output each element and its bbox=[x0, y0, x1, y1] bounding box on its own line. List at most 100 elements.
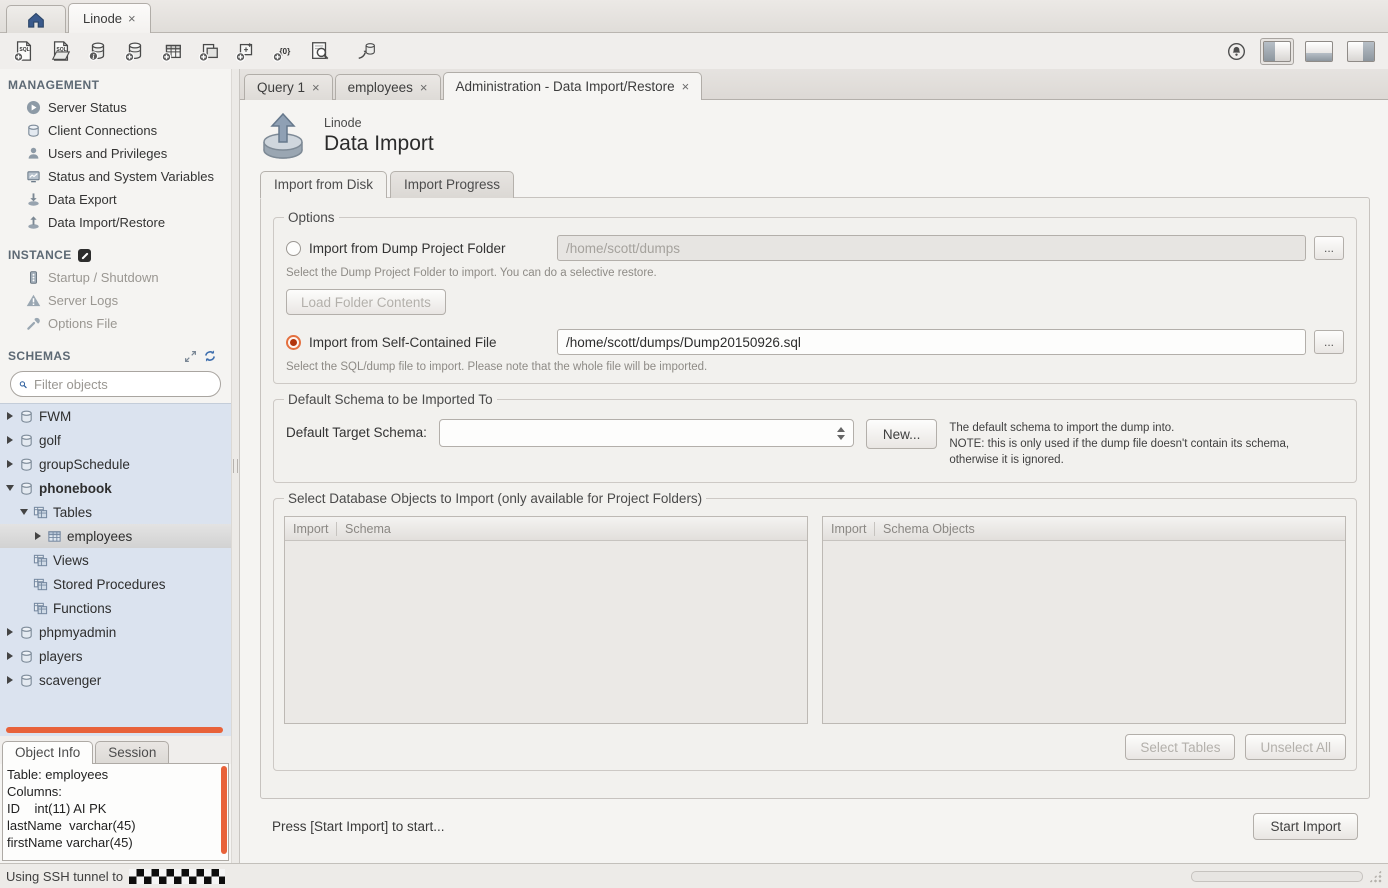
tree-item-golf[interactable]: golf bbox=[0, 428, 231, 452]
sidebar-item-client-connections[interactable]: Client Connections bbox=[0, 119, 231, 142]
tab-query-1[interactable]: Query 1 × bbox=[244, 74, 333, 100]
radio-import-folder[interactable] bbox=[286, 241, 301, 256]
create-schema-button[interactable] bbox=[119, 36, 151, 66]
sidebar-item-server-status[interactable]: Server Status bbox=[0, 96, 231, 119]
column-header-schema-objects[interactable]: Schema Objects bbox=[875, 522, 1345, 536]
toggle-left-panel-button[interactable] bbox=[1260, 38, 1294, 65]
refresh-schemas-icon[interactable] bbox=[203, 349, 217, 363]
tab-session[interactable]: Session bbox=[95, 741, 169, 764]
column-header-import[interactable]: Import bbox=[285, 522, 337, 536]
radio-import-file-label[interactable]: Import from Self-Contained File bbox=[309, 335, 549, 350]
connection-tab-linode[interactable]: Linode × bbox=[68, 3, 151, 33]
dump-folder-input[interactable] bbox=[557, 235, 1306, 261]
connect-database-button[interactable] bbox=[351, 36, 383, 66]
create-view-button[interactable] bbox=[193, 36, 225, 66]
new-sql-tab-button[interactable]: SQL bbox=[8, 36, 40, 66]
target-schema-combobox[interactable] bbox=[439, 419, 854, 447]
schema-objects-table[interactable]: Import Schema Objects bbox=[822, 516, 1346, 724]
schema-select-table[interactable]: Import Schema bbox=[284, 516, 808, 724]
schemas-header: SCHEMAS bbox=[0, 335, 231, 367]
column-header-schema[interactable]: Schema bbox=[337, 522, 807, 536]
chevron-right-icon[interactable] bbox=[35, 532, 41, 540]
tab-import-from-disk[interactable]: Import from Disk bbox=[260, 171, 387, 198]
chevron-down-icon[interactable] bbox=[20, 509, 28, 515]
start-import-button[interactable]: Start Import bbox=[1253, 813, 1358, 840]
radio-import-folder-label[interactable]: Import from Dump Project Folder bbox=[309, 241, 549, 256]
home-tab[interactable] bbox=[6, 5, 66, 33]
tab-employees[interactable]: employees × bbox=[335, 74, 441, 100]
chevron-right-icon[interactable] bbox=[7, 412, 13, 420]
chevron-right-icon[interactable] bbox=[7, 460, 13, 468]
tab-object-info[interactable]: Object Info bbox=[2, 741, 93, 764]
combobox-spinner-icon[interactable] bbox=[837, 427, 845, 440]
chevron-down-icon[interactable] bbox=[6, 485, 14, 491]
instance-config-icon[interactable] bbox=[78, 249, 91, 262]
window-resize-grip[interactable] bbox=[1369, 870, 1382, 883]
client-connections-icon bbox=[26, 123, 41, 138]
tree-item-groupschedule[interactable]: groupSchedule bbox=[0, 452, 231, 476]
tab-administration-data-import[interactable]: Administration - Data Import/Restore × bbox=[443, 72, 703, 100]
table-inspector-button[interactable] bbox=[304, 36, 336, 66]
tree-horizontal-scrollbar[interactable] bbox=[6, 727, 223, 733]
info-panel-tabs: Object Info Session bbox=[0, 736, 231, 764]
chevron-right-icon[interactable] bbox=[7, 436, 13, 444]
sidebar-item-system-variables[interactable]: Status and System Variables bbox=[0, 165, 231, 188]
sidebar-splitter[interactable] bbox=[231, 69, 240, 863]
server-status-icon bbox=[26, 100, 41, 115]
create-view-icon bbox=[198, 40, 220, 62]
chevron-right-icon[interactable] bbox=[7, 676, 13, 684]
load-folder-contents-button[interactable]: Load Folder Contents bbox=[286, 289, 446, 315]
toggle-right-panel-button[interactable] bbox=[1344, 38, 1378, 65]
info-vertical-scrollbar[interactable] bbox=[221, 766, 227, 854]
tree-item-functions[interactable]: Functions bbox=[0, 596, 231, 620]
database-info-button[interactable]: i bbox=[82, 36, 114, 66]
unselect-all-button[interactable]: Unselect All bbox=[1245, 734, 1346, 760]
tree-item-fwm[interactable]: FWM bbox=[0, 404, 231, 428]
data-import-icon bbox=[262, 112, 304, 160]
open-sql-script-button[interactable]: SQL bbox=[45, 36, 77, 66]
toggle-bottom-panel-button[interactable] bbox=[1302, 38, 1336, 65]
create-table-button[interactable] bbox=[156, 36, 188, 66]
create-function-button[interactable]: {0} bbox=[267, 36, 299, 66]
close-icon[interactable]: × bbox=[682, 80, 690, 93]
sidebar-item-startup-shutdown[interactable]: Startup / Shutdown bbox=[0, 266, 231, 289]
tree-item-players[interactable]: players bbox=[0, 644, 231, 668]
tree-item-stored-procedures[interactable]: Stored Procedures bbox=[0, 572, 231, 596]
schema-table-body[interactable] bbox=[285, 541, 807, 723]
schemas-header-label: SCHEMAS bbox=[8, 349, 71, 363]
browse-folder-button[interactable]: ... bbox=[1314, 236, 1344, 260]
close-icon[interactable]: × bbox=[128, 12, 136, 25]
tree-item-views[interactable]: Views bbox=[0, 548, 231, 572]
chevron-right-icon[interactable] bbox=[7, 652, 13, 660]
tree-item-employees[interactable]: employees bbox=[0, 524, 231, 548]
tree-item-tables[interactable]: Tables bbox=[0, 500, 231, 524]
sidebar-item-users-privileges[interactable]: Users and Privileges bbox=[0, 142, 231, 165]
tree-item-scavenger[interactable]: scavenger bbox=[0, 668, 231, 692]
browse-file-button[interactable]: ... bbox=[1314, 330, 1344, 354]
select-tables-button[interactable]: Select Tables bbox=[1125, 734, 1235, 760]
tab-import-progress[interactable]: Import Progress bbox=[390, 171, 514, 198]
schema-icon bbox=[19, 673, 34, 688]
status-bar: Using SSH tunnel to bbox=[0, 863, 1388, 888]
dump-file-input[interactable] bbox=[557, 329, 1306, 355]
expand-schemas-icon[interactable] bbox=[184, 350, 197, 363]
schema-objects-table-body[interactable] bbox=[823, 541, 1345, 723]
notification-button[interactable] bbox=[1220, 36, 1252, 66]
tree-item-phpmyadmin[interactable]: phpmyadmin bbox=[0, 620, 231, 644]
chevron-right-icon[interactable] bbox=[7, 628, 13, 636]
radio-import-file[interactable] bbox=[286, 335, 301, 350]
sidebar-item-server-logs[interactable]: Server Logs bbox=[0, 289, 231, 312]
close-icon[interactable]: × bbox=[312, 81, 320, 94]
create-procedure-button[interactable] bbox=[230, 36, 262, 66]
sidebar-item-options-file[interactable]: Options File bbox=[0, 312, 231, 335]
column-header-import[interactable]: Import bbox=[823, 522, 875, 536]
new-schema-button[interactable]: New... bbox=[866, 419, 938, 449]
toggle-bottom-panel-icon bbox=[1305, 41, 1333, 62]
tree-item-label: FWM bbox=[39, 409, 71, 424]
close-icon[interactable]: × bbox=[420, 81, 428, 94]
tree-item-phonebook[interactable]: phonebook bbox=[0, 476, 231, 500]
sidebar-item-data-import[interactable]: Data Import/Restore bbox=[0, 211, 231, 234]
schema-filter-input[interactable] bbox=[32, 376, 212, 393]
sidebar-item-data-export[interactable]: Data Export bbox=[0, 188, 231, 211]
schema-filter[interactable] bbox=[10, 371, 221, 397]
